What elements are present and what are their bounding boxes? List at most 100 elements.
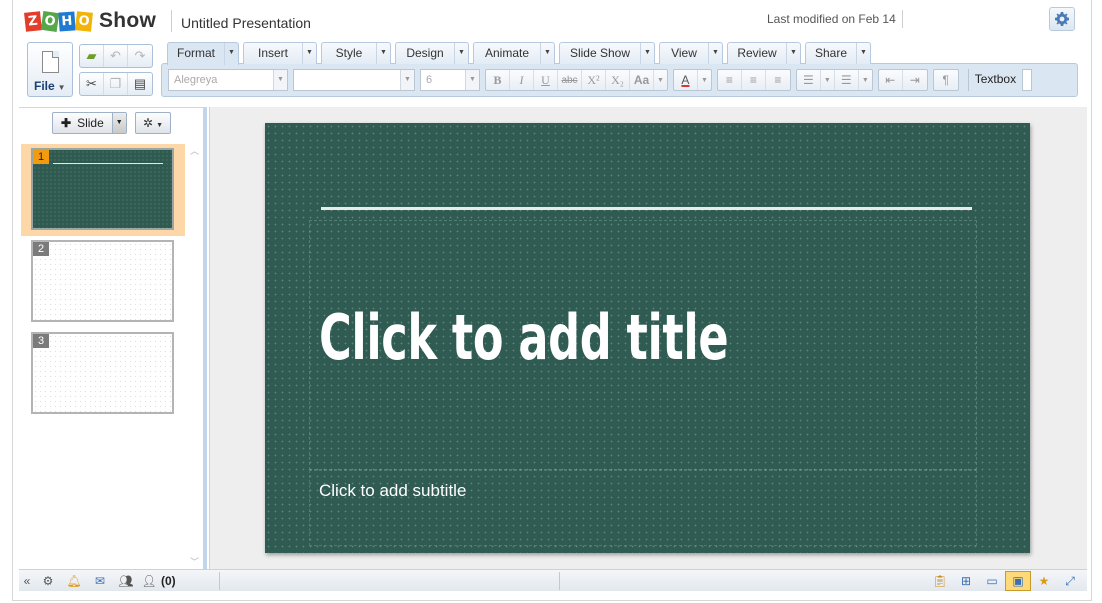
- header: Z O H O Show Untitled Presentation Last …: [13, 0, 1091, 40]
- textbox-button[interactable]: Textbox: [967, 69, 1022, 91]
- chevron-down-icon[interactable]: ▼: [698, 70, 711, 90]
- chevron-down-icon[interactable]: ▼: [821, 70, 835, 90]
- font-color-icon[interactable]: A: [674, 70, 698, 90]
- chevron-down-icon[interactable]: ▼: [786, 43, 800, 64]
- change-case-icon[interactable]: Aa: [630, 70, 654, 90]
- tab-insert[interactable]: Insert ▼: [243, 42, 317, 64]
- tab-view[interactable]: View ▼: [659, 42, 723, 64]
- chevron-down-icon[interactable]: ▼: [111, 113, 126, 133]
- chevron-down-icon[interactable]: ▼: [654, 70, 667, 90]
- paste-icon[interactable]: ▤: [128, 73, 152, 95]
- settings-button[interactable]: [1049, 7, 1075, 31]
- chevron-down-icon[interactable]: ▼: [454, 43, 468, 64]
- slide-rule-line[interactable]: [321, 207, 972, 210]
- undo-icon[interactable]: ↶: [104, 45, 128, 67]
- slide-editor: Click to add title Click to add subtitle: [209, 107, 1087, 569]
- pane-splitter[interactable]: [203, 107, 207, 569]
- align-center-icon[interactable]: ≡: [742, 70, 766, 90]
- slide-preview: 1: [31, 148, 174, 230]
- chat-icon[interactable]: ✉: [87, 571, 113, 591]
- tab-slide-show[interactable]: Slide Show ▼: [559, 42, 655, 64]
- presenter-view-icon[interactable]: ★: [1031, 571, 1057, 591]
- grid-view-icon[interactable]: ⊞: [953, 571, 979, 591]
- chevron-down-icon[interactable]: ▼: [224, 43, 238, 65]
- outline-view-icon[interactable]: ▭: [979, 571, 1005, 591]
- collaborators-icon[interactable]: 👥︎: [113, 571, 139, 591]
- thumbnail-scrollbar[interactable]: ︿ ﹀: [189, 142, 201, 570]
- file-menu-label: File ▼: [34, 79, 66, 93]
- superscript-icon[interactable]: X²: [582, 70, 606, 90]
- bold-icon[interactable]: B: [486, 70, 510, 90]
- bullet-list-icon[interactable]: ☰: [797, 70, 821, 90]
- settings-icon[interactable]: ⚙: [35, 571, 61, 591]
- slide-layout-button[interactable]: ✲ ▼: [135, 112, 171, 134]
- ribbon-tabs: Format ▼ Insert ▼ Style ▼ Design ▼ Animate ▼ …: [167, 42, 875, 65]
- open-icon[interactable]: ▰: [80, 45, 104, 67]
- title-placeholder[interactable]: Click to add title: [319, 301, 729, 374]
- chevron-down-icon[interactable]: ▼: [376, 43, 390, 64]
- chevron-down-icon[interactable]: ▼: [540, 43, 554, 64]
- tab-format[interactable]: Format ▼: [167, 42, 239, 65]
- chevron-up-icon[interactable]: ︿: [190, 144, 199, 157]
- font-family-value: Alegreya: [174, 74, 218, 86]
- document-title[interactable]: Untitled Presentation: [181, 15, 311, 31]
- chevron-down-icon[interactable]: ▼: [859, 70, 872, 90]
- tab-label: Format: [176, 46, 215, 60]
- notes-icon[interactable]: 📋︎: [927, 571, 953, 591]
- align-left-icon[interactable]: ≡: [718, 70, 742, 90]
- chevron-down-icon[interactable]: ▼: [856, 43, 870, 64]
- file-menu-button[interactable]: File ▼: [27, 42, 73, 97]
- increase-indent-icon[interactable]: ⇥: [903, 70, 927, 90]
- notification-bell-icon[interactable]: 🔔︎: [61, 571, 87, 591]
- normal-view-icon[interactable]: ▣: [1005, 571, 1031, 591]
- gear-icon: [1055, 12, 1069, 26]
- status-divider: [559, 572, 560, 590]
- new-slide-button[interactable]: ✚ Slide ▼: [52, 112, 127, 134]
- status-divider: [219, 572, 220, 590]
- chevron-down-icon[interactable]: ▼: [708, 43, 722, 64]
- quick-access-row-1: ▰ ↶ ↷: [79, 44, 153, 68]
- user-icon[interactable]: 👤︎: [139, 571, 159, 591]
- align-right-icon[interactable]: ≡: [766, 70, 790, 90]
- alignment-group: ≡ ≡ ≡: [716, 69, 791, 91]
- logo-letter: Z: [24, 10, 42, 32]
- font-color-group: A ▼: [672, 69, 712, 91]
- subscript-icon[interactable]: X₂: [606, 70, 630, 90]
- chevron-down-icon[interactable]: ▼: [640, 43, 654, 64]
- underline-icon[interactable]: U: [534, 70, 558, 90]
- decrease-indent-icon[interactable]: ⇤: [879, 70, 903, 90]
- font-style-select[interactable]: ▼: [293, 69, 415, 91]
- tab-share[interactable]: Share ▼: [805, 42, 871, 64]
- view-switcher: 📋︎ ⊞ ▭ ▣ ★ ⤢: [927, 571, 1083, 591]
- paragraph-icon[interactable]: ¶: [934, 70, 958, 90]
- strikethrough-icon[interactable]: abc: [558, 70, 582, 90]
- slide-canvas[interactable]: Click to add title Click to add subtitle: [265, 123, 1030, 553]
- app-window: Z O H O Show Untitled Presentation Last …: [12, 0, 1092, 601]
- new-slide-main[interactable]: ✚ Slide: [53, 113, 112, 133]
- tab-review[interactable]: Review ▼: [727, 42, 801, 64]
- chevron-down-icon: ▼: [465, 70, 479, 90]
- subtitle-placeholder[interactable]: Click to add subtitle: [319, 481, 466, 501]
- chevron-down-icon[interactable]: ﹀: [190, 555, 199, 568]
- fullscreen-icon[interactable]: ⤢: [1057, 571, 1083, 591]
- tab-style[interactable]: Style ▼: [321, 42, 391, 64]
- font-size-select[interactable]: 6 ▼: [420, 69, 480, 91]
- slide-thumbnail-1[interactable]: 1: [21, 144, 185, 236]
- tab-label: Style: [335, 46, 363, 60]
- slide-thumbnail-2[interactable]: 2: [21, 236, 185, 328]
- slide-thumbnails: 1 2 3: [19, 142, 185, 570]
- numbered-list-icon[interactable]: ☰: [835, 70, 859, 90]
- tab-design[interactable]: Design ▼: [395, 42, 469, 64]
- italic-icon[interactable]: I: [510, 70, 534, 90]
- zoho-logo[interactable]: Z O H O Show: [24, 8, 156, 34]
- chevron-down-icon[interactable]: ▼: [302, 43, 316, 64]
- logo-letter: O: [75, 10, 93, 32]
- collapse-icon[interactable]: «: [19, 571, 35, 591]
- tab-animate[interactable]: Animate ▼: [473, 42, 555, 64]
- slide-thumbnail-3[interactable]: 3: [21, 328, 185, 420]
- slide-preview: 3: [31, 332, 174, 414]
- copy-icon[interactable]: ❐: [104, 73, 128, 95]
- cut-icon[interactable]: ✂: [80, 73, 104, 95]
- font-family-select[interactable]: Alegreya ▼: [168, 69, 288, 91]
- redo-icon[interactable]: ↷: [128, 45, 152, 67]
